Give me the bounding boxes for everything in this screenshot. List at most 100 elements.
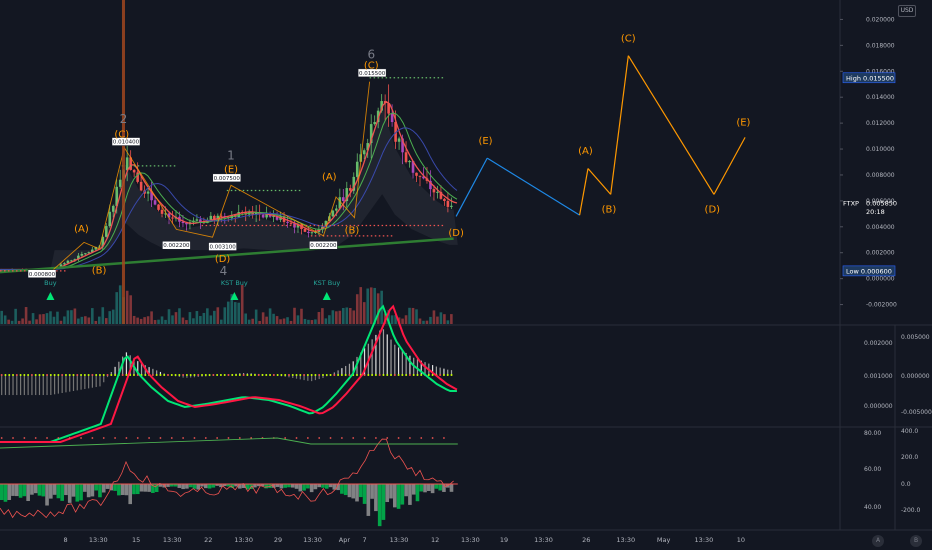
- volume-bar: [223, 307, 227, 324]
- osc-zero-dot: [325, 374, 328, 376]
- osc-zero-dot: [30, 374, 33, 376]
- osc-zero-dot: [91, 374, 94, 376]
- ind-histogram-bar: [196, 484, 201, 490]
- y-tick-label: 0.010000: [866, 146, 895, 153]
- candle-body: [342, 197, 345, 202]
- ind-histogram-bar: [294, 484, 299, 489]
- volume-bar: [24, 307, 28, 324]
- volume-bar: [87, 317, 91, 324]
- osc-zero-dot: [386, 374, 389, 376]
- y-tick-label: 0.002000: [866, 250, 895, 257]
- wave-label: (B): [345, 225, 360, 236]
- ind-histogram-bar: [393, 484, 397, 508]
- osc-zero-dot: [76, 374, 79, 376]
- ind-histogram-bar: [370, 484, 374, 499]
- volume-bar: [209, 315, 213, 324]
- volume-bar: [362, 302, 366, 324]
- currency-badge[interactable]: USD: [898, 5, 916, 17]
- volume-bar: [181, 317, 185, 324]
- volume-bar: [91, 308, 94, 324]
- candle-body: [397, 138, 401, 142]
- ind-count-dot: [182, 437, 185, 439]
- ind-histogram-bar: [120, 484, 125, 495]
- osc-zero-dot: [303, 374, 306, 376]
- volume-bar: [125, 290, 129, 324]
- ind-count-dot: [0, 437, 3, 439]
- candle-body: [390, 113, 394, 123]
- volume-bar: [237, 302, 241, 324]
- ind-histogram-bar: [264, 484, 269, 489]
- wave-number: 4: [220, 264, 228, 278]
- volume-bar: [77, 318, 80, 324]
- volume-bar: [254, 309, 258, 324]
- osc-zero-dot: [151, 374, 154, 376]
- ind-count-dot: [375, 437, 377, 439]
- ind-histogram-bar: [298, 484, 303, 492]
- osc-zero-dot: [378, 374, 381, 376]
- ind-histogram-bar: [135, 484, 140, 495]
- ind-histogram-bar: [355, 484, 359, 502]
- ind-y-tick-left: 40.00: [864, 504, 881, 511]
- volume-bar: [293, 307, 296, 324]
- volume-bar: [279, 319, 282, 324]
- ind-histogram-bar: [302, 484, 306, 491]
- ind-histogram-bar: [423, 484, 427, 493]
- ind-count-dot: [136, 437, 139, 439]
- x-tick-label: 13:30: [534, 536, 553, 544]
- ind-histogram-bar: [67, 484, 72, 503]
- volume-bar: [286, 317, 289, 324]
- osc-zero-dot: [333, 374, 336, 376]
- x-tick-label: 13:30: [695, 536, 714, 544]
- chart-canvas[interactable]: 0.000800 0.010400 0.002200 0.007500 0.003100…: [0, 0, 932, 550]
- y-tick-label: 0.008000: [866, 172, 895, 179]
- price-tag-text: High 0.015500: [846, 74, 894, 82]
- volume-bar: [174, 312, 178, 324]
- osc-y-tick-right: 0.005000: [901, 334, 930, 341]
- volume-bar: [146, 316, 150, 324]
- ind-histogram-bar: [98, 484, 102, 498]
- osc-zero-dot: [442, 374, 445, 376]
- osc-zero-dot: [250, 374, 253, 376]
- ind-count-dot: [170, 437, 173, 439]
- ind-histogram-bar: [377, 484, 382, 527]
- volume-bar: [352, 310, 356, 324]
- volume-bar: [303, 318, 307, 324]
- ind-histogram-bar: [381, 484, 386, 520]
- scale-toggle-b[interactable]: B: [910, 535, 922, 547]
- scale-toggle-a[interactable]: A: [872, 535, 884, 547]
- volume-bar: [10, 320, 14, 324]
- ind-y-tick-right: 200.0: [901, 454, 918, 461]
- candle-body: [261, 214, 265, 218]
- volume-bar: [335, 311, 338, 324]
- candle-body: [286, 221, 289, 223]
- volume-bar: [0, 310, 3, 324]
- x-tick-label: 29: [274, 536, 282, 544]
- ind-histogram-bar: [105, 484, 110, 489]
- osc-zero-dot: [125, 374, 128, 376]
- volume-bar: [136, 317, 139, 324]
- ind-count-dot: [295, 437, 298, 439]
- volume-bar: [28, 320, 31, 324]
- wave-label: (B): [92, 265, 107, 276]
- ind-histogram-bar: [313, 484, 318, 490]
- ind-histogram-bar: [253, 484, 257, 488]
- ind-histogram-bar: [343, 484, 348, 496]
- volume-bar: [139, 318, 143, 324]
- x-tick-label: 13:30: [461, 536, 480, 544]
- ind-count-dot: [193, 437, 196, 439]
- volume-bar: [171, 315, 174, 324]
- price-box-label: 0.007500: [214, 176, 241, 182]
- volume-bar: [66, 310, 70, 324]
- ind-histogram-bar: [404, 484, 408, 497]
- osc-zero-dot: [340, 374, 343, 376]
- ind-histogram-bar: [86, 484, 91, 498]
- volume-bar: [275, 316, 279, 324]
- osc-zero-dot: [102, 374, 105, 376]
- ind-histogram-bar: [18, 484, 23, 498]
- osc-zero-dot: [253, 374, 256, 376]
- ind-count-dot: [227, 437, 230, 439]
- x-tick-label: 26: [582, 536, 590, 544]
- x-tick-label: 22: [204, 536, 212, 544]
- osc-zero-dot: [363, 374, 366, 376]
- volume-bar: [338, 310, 342, 324]
